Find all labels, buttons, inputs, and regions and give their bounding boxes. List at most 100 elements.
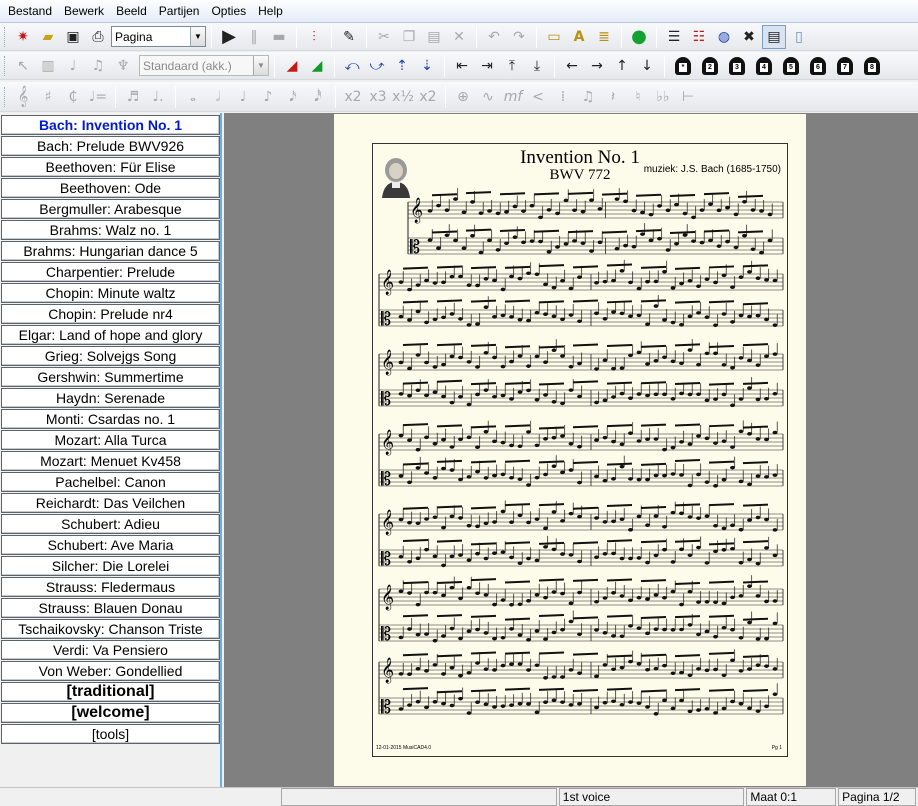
- song-item[interactable]: [tools]: [1, 724, 220, 744]
- song-item[interactable]: Silcher: Die Lorelei: [1, 556, 220, 576]
- duration-x2-icon[interactable]: x2: [341, 85, 365, 109]
- chevron-down-icon[interactable]: ▼: [253, 56, 268, 75]
- repeat-icon[interactable]: ⁞: [551, 85, 575, 109]
- song-item[interactable]: Brahms: Hungarian dance 5: [1, 241, 220, 261]
- toolbar-grip[interactable]: [4, 26, 8, 47]
- dynamics-icon[interactable]: mf: [501, 85, 525, 109]
- player-8-icon[interactable]: 8: [859, 54, 885, 78]
- song-item[interactable]: Strauss: Blauen Donau: [1, 598, 220, 618]
- player-2-icon[interactable]: 2: [697, 54, 723, 78]
- menu-bewerk[interactable]: Bewerk: [58, 0, 110, 22]
- keyboard-icon[interactable]: ▥: [36, 54, 60, 78]
- key-signature-icon[interactable]: ♯: [36, 85, 60, 109]
- song-item[interactable]: Von Weber: Gondellied: [1, 661, 220, 681]
- trill-icon[interactable]: ∿: [476, 85, 500, 109]
- thirtysecond-note-icon[interactable]: 𝅘𝅥𝅰: [306, 85, 330, 109]
- goto-end-icon[interactable]: ⇥: [475, 54, 499, 78]
- song-item[interactable]: Bach: Invention No. 1: [1, 115, 220, 135]
- song-item[interactable]: Schubert: Ave Maria: [1, 535, 220, 555]
- folder-icon[interactable]: ▭: [542, 25, 566, 49]
- song-item[interactable]: Mozart: Alla Turca: [1, 430, 220, 450]
- song-item[interactable]: Verdi: Va Pensiero: [1, 640, 220, 660]
- song-item[interactable]: Haydn: Serenade: [1, 388, 220, 408]
- player-6-icon[interactable]: 6: [805, 54, 831, 78]
- goto-top-icon[interactable]: ⤒: [500, 54, 524, 78]
- chevron-down-icon[interactable]: ▼: [190, 27, 205, 46]
- select-arrow-icon[interactable]: ↖: [11, 54, 35, 78]
- menu-opties[interactable]: Opties: [205, 0, 252, 22]
- save-icon[interactable]: ▣: [61, 25, 85, 49]
- play-icon[interactable]: ▶: [217, 25, 241, 49]
- song-item[interactable]: Chopin: Minute waltz: [1, 283, 220, 303]
- song-item[interactable]: [traditional]: [1, 682, 220, 702]
- mixer-icon[interactable]: ⫶: [302, 25, 326, 49]
- quarter-note-icon[interactable]: ♩: [231, 85, 255, 109]
- globe-icon[interactable]: ◍: [712, 25, 736, 49]
- triplet-icon[interactable]: ♬: [121, 85, 145, 109]
- style-select[interactable]: Standaard (akk.) ▼: [139, 55, 269, 76]
- chord-icon[interactable]: ♫: [86, 54, 110, 78]
- crescendo-icon[interactable]: <: [526, 85, 550, 109]
- panel-icon[interactable]: ▯: [787, 25, 811, 49]
- fermata-icon[interactable]: ⊕: [451, 85, 475, 109]
- staff-view-icon[interactable]: ☰: [662, 25, 686, 49]
- clef-icon[interactable]: 𝄞: [11, 85, 35, 109]
- rest-icon[interactable]: 𝄽: [601, 85, 625, 109]
- song-item[interactable]: Strauss: Fledermaus: [1, 577, 220, 597]
- goto-bottom-icon[interactable]: ⤓: [525, 54, 549, 78]
- staff-lines-icon[interactable]: ☷: [687, 25, 711, 49]
- note-input-icon[interactable]: ♩: [61, 54, 85, 78]
- player-7-icon[interactable]: 7: [832, 54, 858, 78]
- arrow-down-icon[interactable]: ↓: [635, 54, 659, 78]
- menu-help[interactable]: Help: [252, 0, 289, 22]
- copy-icon[interactable]: ❐: [397, 25, 421, 49]
- arrow-up-icon[interactable]: ↑: [610, 54, 634, 78]
- open-folder-icon[interactable]: ▰: [36, 25, 60, 49]
- player-5-icon[interactable]: 5: [778, 54, 804, 78]
- song-item[interactable]: Chopin: Prelude nr4: [1, 304, 220, 324]
- song-item[interactable]: Tschaikovsky: Chanson Triste: [1, 619, 220, 639]
- pause-icon[interactable]: ‖: [242, 25, 266, 49]
- toolbar-grip[interactable]: [4, 55, 8, 76]
- move-down-icon[interactable]: ⇣: [415, 54, 439, 78]
- arrow-left-icon[interactable]: ←: [560, 54, 584, 78]
- delete-icon[interactable]: ✕: [447, 25, 471, 49]
- score-view-icon[interactable]: ▤: [762, 24, 786, 49]
- bar-line-icon[interactable]: ⊢: [676, 85, 700, 109]
- player-3-icon[interactable]: 3: [724, 54, 750, 78]
- song-item[interactable]: Pachelbel: Canon: [1, 472, 220, 492]
- song-item[interactable]: Beethoven: Ode: [1, 178, 220, 198]
- song-item[interactable]: [welcome]: [1, 703, 220, 723]
- tempo-icon[interactable]: ♩=: [86, 85, 110, 109]
- player-all-icon[interactable]: *: [670, 54, 696, 78]
- new-file-icon[interactable]: ✷: [11, 25, 35, 49]
- menu-partijen[interactable]: Partijen: [153, 0, 206, 22]
- player-4-icon[interactable]: 4: [751, 54, 777, 78]
- half-note-icon[interactable]: 𝅗𝅥: [206, 85, 230, 109]
- print-icon[interactable]: ⎙: [86, 25, 110, 49]
- song-item[interactable]: Brahms: Walz no. 1: [1, 220, 220, 240]
- song-item[interactable]: Charpentier: Prelude: [1, 262, 220, 282]
- song-item[interactable]: Bach: Prelude BWV926: [1, 136, 220, 156]
- undo-icon[interactable]: ↶: [482, 25, 506, 49]
- tie-left-icon[interactable]: ⤺: [340, 54, 364, 78]
- move-up-icon[interactable]: ⇡: [390, 54, 414, 78]
- increase-icon[interactable]: ◢: [305, 54, 329, 78]
- edit-pen-icon[interactable]: ✎: [337, 25, 361, 49]
- stop-icon[interactable]: ▬: [267, 25, 291, 49]
- sixteenth-note-icon[interactable]: 𝅘𝅥𝅯: [281, 85, 305, 109]
- notes-folder-icon[interactable]: ≣: [592, 25, 616, 49]
- menu-bestand[interactable]: Bestand: [2, 0, 58, 22]
- redo-icon[interactable]: ↷: [507, 25, 531, 49]
- song-item[interactable]: Mozart: Menuet Kv458: [1, 451, 220, 471]
- whole-note-icon[interactable]: 𝅝: [181, 85, 205, 109]
- natural-icon[interactable]: ♮: [626, 85, 650, 109]
- song-item[interactable]: Elgar: Land of hope and glory: [1, 325, 220, 345]
- cut-icon[interactable]: ✂: [372, 25, 396, 49]
- time-signature-icon[interactable]: ₵: [61, 85, 85, 109]
- instrument-icon[interactable]: ♆: [111, 54, 135, 78]
- arrow-right-icon[interactable]: →: [585, 54, 609, 78]
- song-item[interactable]: Monti: Csardas no. 1: [1, 409, 220, 429]
- duration-x32-icon[interactable]: x3: [366, 85, 390, 109]
- paste-icon[interactable]: ▤: [422, 25, 446, 49]
